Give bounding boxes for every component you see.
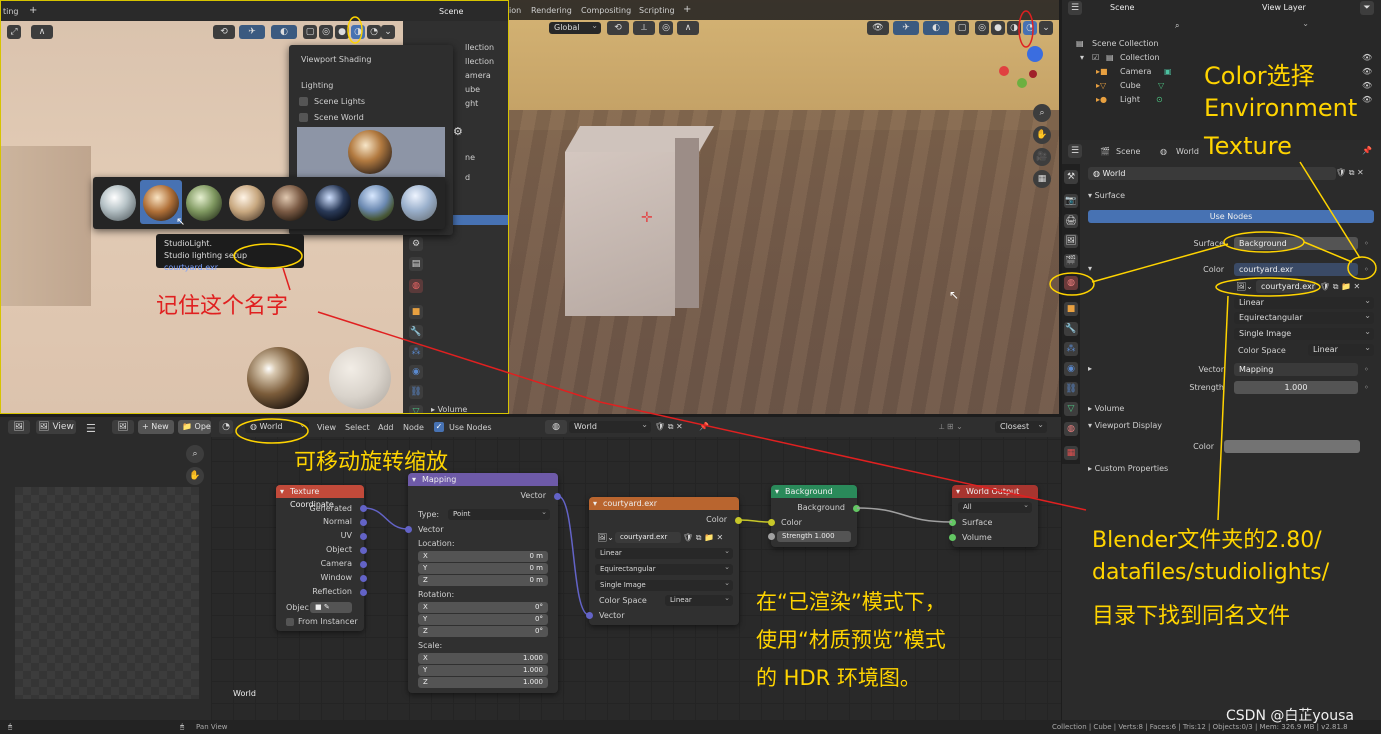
annotation-render-mode-3: 的 HDR 环境图。 — [756, 666, 921, 690]
highlight-tooltip-filename — [233, 243, 303, 269]
annotation-color-choose-1: Color选择 — [1204, 62, 1315, 90]
annotation-blender-path-1: Blender文件夹的2.80/ — [1092, 528, 1322, 553]
pointer-tooltip-to-label — [282, 267, 291, 291]
highlight-material-preview — [347, 16, 363, 44]
highlight-color-socket — [1347, 256, 1377, 280]
unused — [318, 287, 1210, 312]
highlight-world-tab — [1049, 272, 1095, 296]
annotation-color-choose-2: Environment — [1204, 94, 1358, 122]
annotation-move-rotate-zoom: 可移动旋转缩放 — [294, 450, 449, 475]
annotation-color-choose-3: Texture — [1204, 132, 1292, 160]
highlight-world-dropdown — [235, 418, 309, 444]
annotation-blender-path-3: 目录下找到同名文件 — [1092, 604, 1291, 629]
csdn-watermark: CSDN @白芷yousa — [1226, 708, 1354, 724]
highlight-rendered-mode — [1018, 10, 1034, 48]
highlight-image-name — [1215, 277, 1321, 297]
annotation-render-mode-1: 在“已渲染”模式下， — [756, 590, 946, 614]
pointer-background-to-socket — [1303, 241, 1353, 263]
annotation-remember-name: 记住这个名字 — [156, 294, 289, 319]
pointer-image-to-path — [1217, 295, 1229, 521]
annotation-blender-path-2: datafiles/studiolights/ — [1092, 560, 1330, 585]
highlight-background — [1223, 231, 1305, 253]
annotation-render-mode-2: 使用“材质预览”模式 — [756, 628, 946, 652]
pointer-world-to-background — [1091, 243, 1229, 283]
pointer-name-to-path — [317, 311, 1087, 511]
